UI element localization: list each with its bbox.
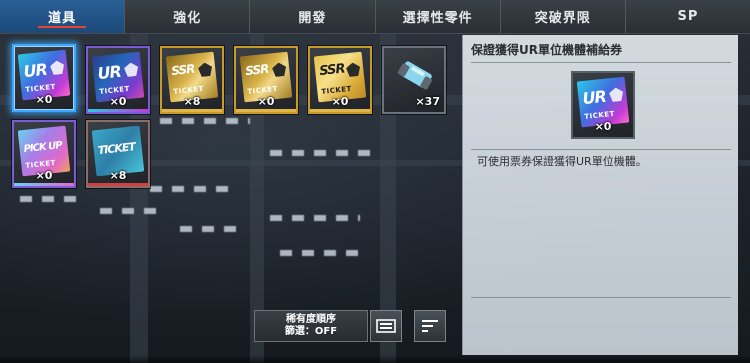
item-energy-capsule[interactable]: ×37 (382, 46, 446, 114)
item-detail-panel: 保證獲得UR單位機體補給券 UR TICKET ×0 可使用票券保證獲得UR單位… (462, 35, 738, 355)
tab-optional-parts[interactable]: 選擇性零件 (375, 0, 501, 33)
item-quantity: ×37 (415, 95, 440, 108)
item-quantity: ×8 (183, 95, 201, 108)
item-quantity: ×0 (331, 95, 349, 108)
ticket-rank: SSR (244, 61, 269, 79)
emblem-icon (272, 62, 287, 77)
emblem-icon (198, 62, 213, 77)
emblem-icon (50, 60, 65, 75)
view-toggle-button[interactable] (370, 310, 402, 342)
tab-develop[interactable]: 開發 (250, 0, 376, 33)
tab-sp[interactable]: SP (625, 0, 750, 33)
sort-filter-button[interactable]: 稀有度順序 篩選：OFF (254, 310, 368, 342)
sort-lines-icon (422, 320, 438, 332)
item-quantity: ×8 (109, 169, 127, 182)
item-quantity: ×0 (257, 95, 275, 108)
ticket-rank: UR (22, 59, 48, 82)
item-ssr-ticket[interactable]: SSR TICKET ×8 (160, 46, 224, 114)
item-quantity: ×0 (35, 93, 53, 106)
ticket-rank: UR (581, 86, 607, 109)
item-ur-ticket[interactable]: UR TICKET ×0 (12, 44, 76, 112)
tab-enhance[interactable]: 強化 (125, 0, 251, 33)
item-ssr-ticket-2[interactable]: SSR TICKET ×0 (234, 46, 298, 114)
emblem-icon (346, 62, 361, 77)
list-view-icon (376, 319, 396, 333)
detail-title: 保證獲得UR單位機體補給券 (471, 41, 731, 63)
emblem-icon (124, 62, 139, 77)
sort-direction-button[interactable] (414, 310, 446, 342)
category-tabs: 道具 強化 開發 選擇性零件 突破界限 SP (0, 0, 750, 34)
item-quantity: ×0 (35, 169, 53, 182)
ticket-rank: SSR (318, 61, 346, 80)
divider (471, 297, 731, 298)
ticket-rank: UR (96, 61, 122, 84)
item-ticket[interactable]: TICKET ×8 (86, 120, 150, 188)
sort-order-label: 稀有度順序 (286, 314, 336, 325)
item-quantity: ×0 (594, 120, 612, 133)
ticket-rank: PICK UP (23, 140, 63, 156)
item-ssr-ticket-3[interactable]: SSR TICKET ×0 (308, 46, 372, 114)
tab-items[interactable]: 道具 (0, 0, 126, 33)
capsule-icon (397, 61, 432, 90)
bottom-shade (0, 355, 750, 363)
item-pickup-ticket[interactable]: PICK UP TICKET ×0 (12, 120, 76, 188)
divider (471, 149, 731, 150)
tab-limit-break[interactable]: 突破界限 (500, 0, 626, 33)
item-quantity: ×0 (109, 95, 127, 108)
detail-item-preview: UR TICKET ×0 (571, 71, 635, 139)
emblem-icon (609, 87, 624, 102)
filter-status-label: 篩選：OFF (284, 326, 338, 337)
ticket-rank: TICKET (97, 140, 136, 158)
ticket-rank: SSR (170, 61, 195, 79)
detail-description: 可使用票券保證獲得UR單位機體。 (477, 155, 647, 168)
item-ur-ticket-2[interactable]: UR TICKET ×0 (86, 46, 150, 114)
